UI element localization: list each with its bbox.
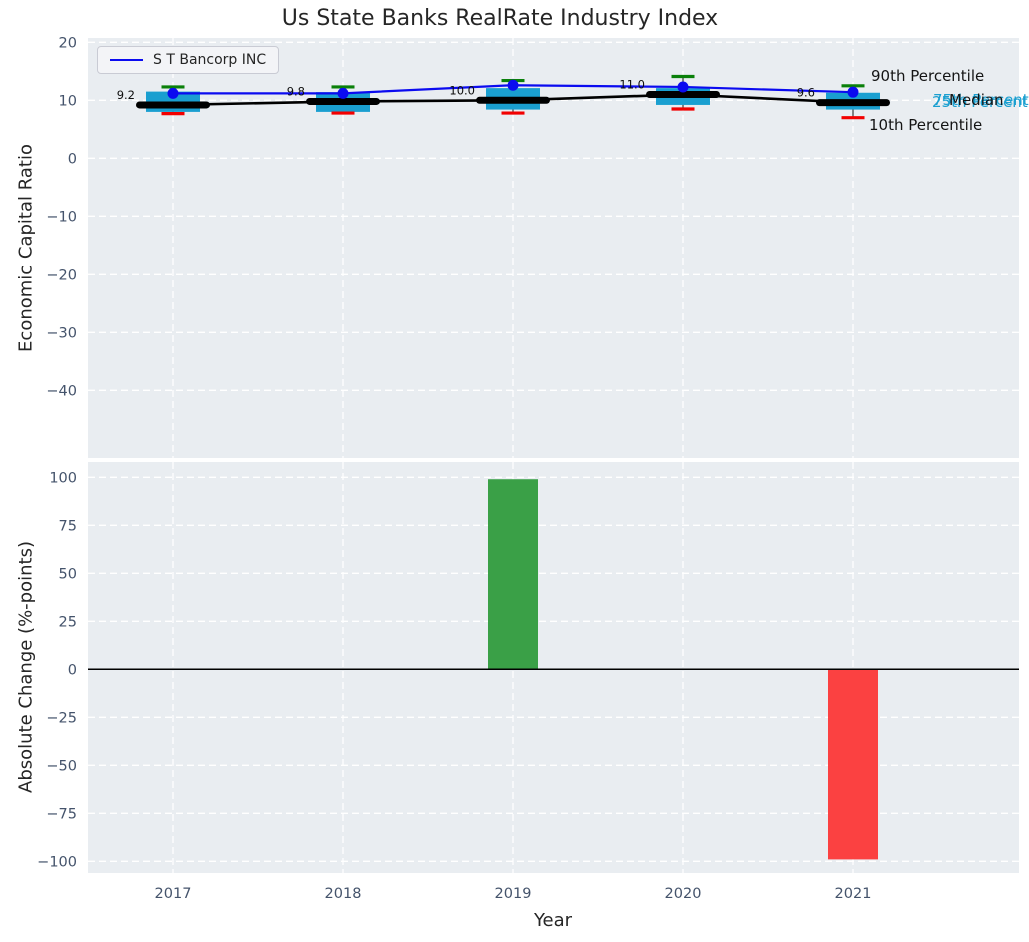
annotation-90th-percentile: 90th Percentile [871,67,984,85]
top-y-tick-label: −20 [46,267,77,283]
median-value-label: 9.6 [797,86,815,100]
top-y-tick-label: 0 [68,151,77,167]
company-dot [168,88,179,99]
median-value-label: 9.2 [117,88,135,102]
x-tick-label: 2018 [325,886,362,902]
company-dot [508,80,519,91]
x-tick-label: 2020 [665,886,702,902]
bottom-y-tick-label: −50 [46,758,77,774]
annotation-median: Median [949,91,1004,109]
bottom-y-tick-label: −25 [46,710,77,726]
change-bar-positive [488,479,538,669]
top-y-tick-label: −40 [46,383,77,399]
company-dot [678,81,689,92]
top-y-tick-label: −30 [46,325,77,341]
bottom-y-tick-label: 75 [59,518,77,534]
top-y-tick-label: 10 [59,93,77,109]
bottom-y-axis-label: Absolute Change (%-points) [16,541,37,793]
chart-title: Us State Banks RealRate Industry Index [282,6,718,31]
change-bar-negative [828,669,878,859]
figure: 9.29.810.011.09.620100−10−20−30−40100755… [0,0,1029,942]
x-tick-label: 2021 [835,886,872,902]
median-value-label: 11.0 [619,78,645,92]
legend-label: S T Bancorp INC [153,52,266,68]
bottom-y-tick-label: 50 [59,566,77,582]
x-tick-label: 2019 [495,886,532,902]
bottom-y-tick-label: 100 [49,470,77,486]
bottom-y-tick-label: −100 [37,854,77,870]
legend-line-sample [110,59,143,61]
annotation-10th-percentile: 10th Percentile [869,116,982,134]
top-y-tick-label: 20 [59,35,77,51]
bottom-y-tick-label: −75 [46,806,77,822]
bottom-plot-background [88,462,1019,873]
top-y-axis-label: Economic Capital Ratio [16,144,37,352]
legend: S T Bancorp INC [97,46,279,74]
bottom-y-tick-label: 0 [68,662,77,678]
company-dot [338,88,349,99]
company-dot [848,87,859,98]
median-value-label: 10.0 [449,83,475,97]
median-value-label: 9.8 [287,84,305,98]
top-y-tick-label: −10 [46,209,77,225]
chart-canvas: 9.29.810.011.09.620100−10−20−30−40100755… [0,0,1029,942]
x-tick-label: 2017 [155,886,192,902]
bottom-y-tick-label: 25 [59,614,77,630]
x-axis-label: Year [534,910,572,931]
